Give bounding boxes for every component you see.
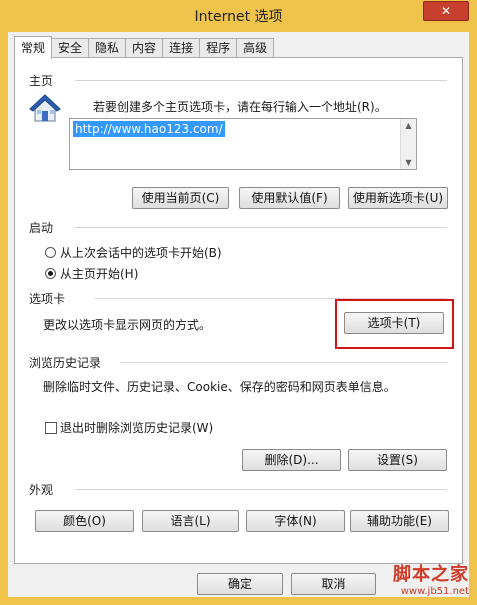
home-page-url-textarea[interactable]: http://www.hao123.com/ ▲ ▼ xyxy=(69,118,417,170)
startup-divider xyxy=(75,227,447,228)
use-current-page-button[interactable]: 使用当前页(C) xyxy=(132,187,229,209)
appearance-section-label: 外观 xyxy=(29,481,60,498)
home-section-label: 主页 xyxy=(29,72,60,89)
site-watermark: 脚本之家 www.jb51.net xyxy=(393,560,469,597)
radio-selected-dot xyxy=(48,271,53,276)
home-divider xyxy=(75,80,447,81)
watermark-url: www.jb51.net xyxy=(400,586,469,597)
tab-advanced[interactable]: 高级 xyxy=(236,38,275,58)
tab-programs[interactable]: 程序 xyxy=(199,38,238,58)
textarea-scrollbar[interactable]: ▲ ▼ xyxy=(400,119,416,169)
startup-last-session-label: 从上次会话中的选项卡开始(B) xyxy=(60,246,222,260)
tab-strip: 常规 安全 隐私 内容 连接 程序 高级 xyxy=(14,36,275,59)
startup-home-page-radio[interactable] xyxy=(45,268,56,279)
scroll-up-arrow-icon[interactable]: ▲ xyxy=(401,121,416,130)
history-divider xyxy=(121,362,447,363)
close-button[interactable]: ✕ xyxy=(423,1,469,21)
tab-connections[interactable]: 连接 xyxy=(162,38,201,58)
use-default-button[interactable]: 使用默认值(F) xyxy=(239,187,340,209)
use-new-tab-button[interactable]: 使用新选项卡(U) xyxy=(348,187,448,209)
ok-button[interactable]: 确定 xyxy=(197,573,283,595)
window-title: Internet 选项 xyxy=(194,9,283,25)
startup-last-session-radio[interactable] xyxy=(45,247,56,258)
tabs-settings-button[interactable]: 选项卡(T) xyxy=(344,312,444,334)
delete-history-on-exit-checkbox[interactable] xyxy=(45,422,57,434)
accessibility-button[interactable]: 辅助功能(E) xyxy=(350,510,449,532)
home-page-url-text: http://www.hao123.com/ xyxy=(73,121,225,137)
languages-button[interactable]: 语言(L) xyxy=(142,510,239,532)
close-icon: ✕ xyxy=(440,4,452,18)
internet-options-window: Internet 选项 ✕ 常规 安全 隐私 内容 连接 程序 高级 主页 若要… xyxy=(0,0,477,605)
title-bar: Internet 选项 ✕ xyxy=(0,0,477,28)
tabs-description: 更改以选项卡显示网页的方式。 xyxy=(43,318,212,332)
dialog-client: 常规 安全 隐私 内容 连接 程序 高级 主页 若要创建多个主页选项卡，请在每行… xyxy=(8,32,469,597)
fonts-button[interactable]: 字体(N) xyxy=(246,510,345,532)
startup-home-page-label: 从主页开始(H) xyxy=(60,267,139,281)
colors-button[interactable]: 颜色(O) xyxy=(35,510,134,532)
tab-general[interactable]: 常规 xyxy=(14,36,53,59)
delete-history-on-exit-label: 退出时删除浏览历史记录(W) xyxy=(60,421,214,435)
tabs-section-label: 选项卡 xyxy=(29,290,72,307)
watermark-text: 脚本之家 xyxy=(393,564,469,585)
history-description: 删除临时文件、历史记录、Cookie、保存的密码和网页表单信息。 xyxy=(43,380,396,394)
history-section-label: 浏览历史记录 xyxy=(29,354,108,371)
tab-security[interactable]: 安全 xyxy=(51,38,90,58)
tab-content[interactable]: 内容 xyxy=(125,38,164,58)
appearance-divider xyxy=(75,489,447,490)
house-icon xyxy=(29,94,61,122)
general-tab-panel: 主页 若要创建多个主页选项卡，请在每行输入一个地址(R)。 http://www… xyxy=(14,57,463,564)
home-instruction: 若要创建多个主页选项卡，请在每行输入一个地址(R)。 xyxy=(93,100,387,114)
scroll-down-arrow-icon[interactable]: ▼ xyxy=(401,158,416,167)
tab-privacy[interactable]: 隐私 xyxy=(88,38,127,58)
history-settings-button[interactable]: 设置(S) xyxy=(348,449,447,471)
delete-history-button[interactable]: 删除(D)... xyxy=(242,449,341,471)
startup-section-label: 启动 xyxy=(29,219,60,236)
cancel-button[interactable]: 取消 xyxy=(291,573,376,595)
